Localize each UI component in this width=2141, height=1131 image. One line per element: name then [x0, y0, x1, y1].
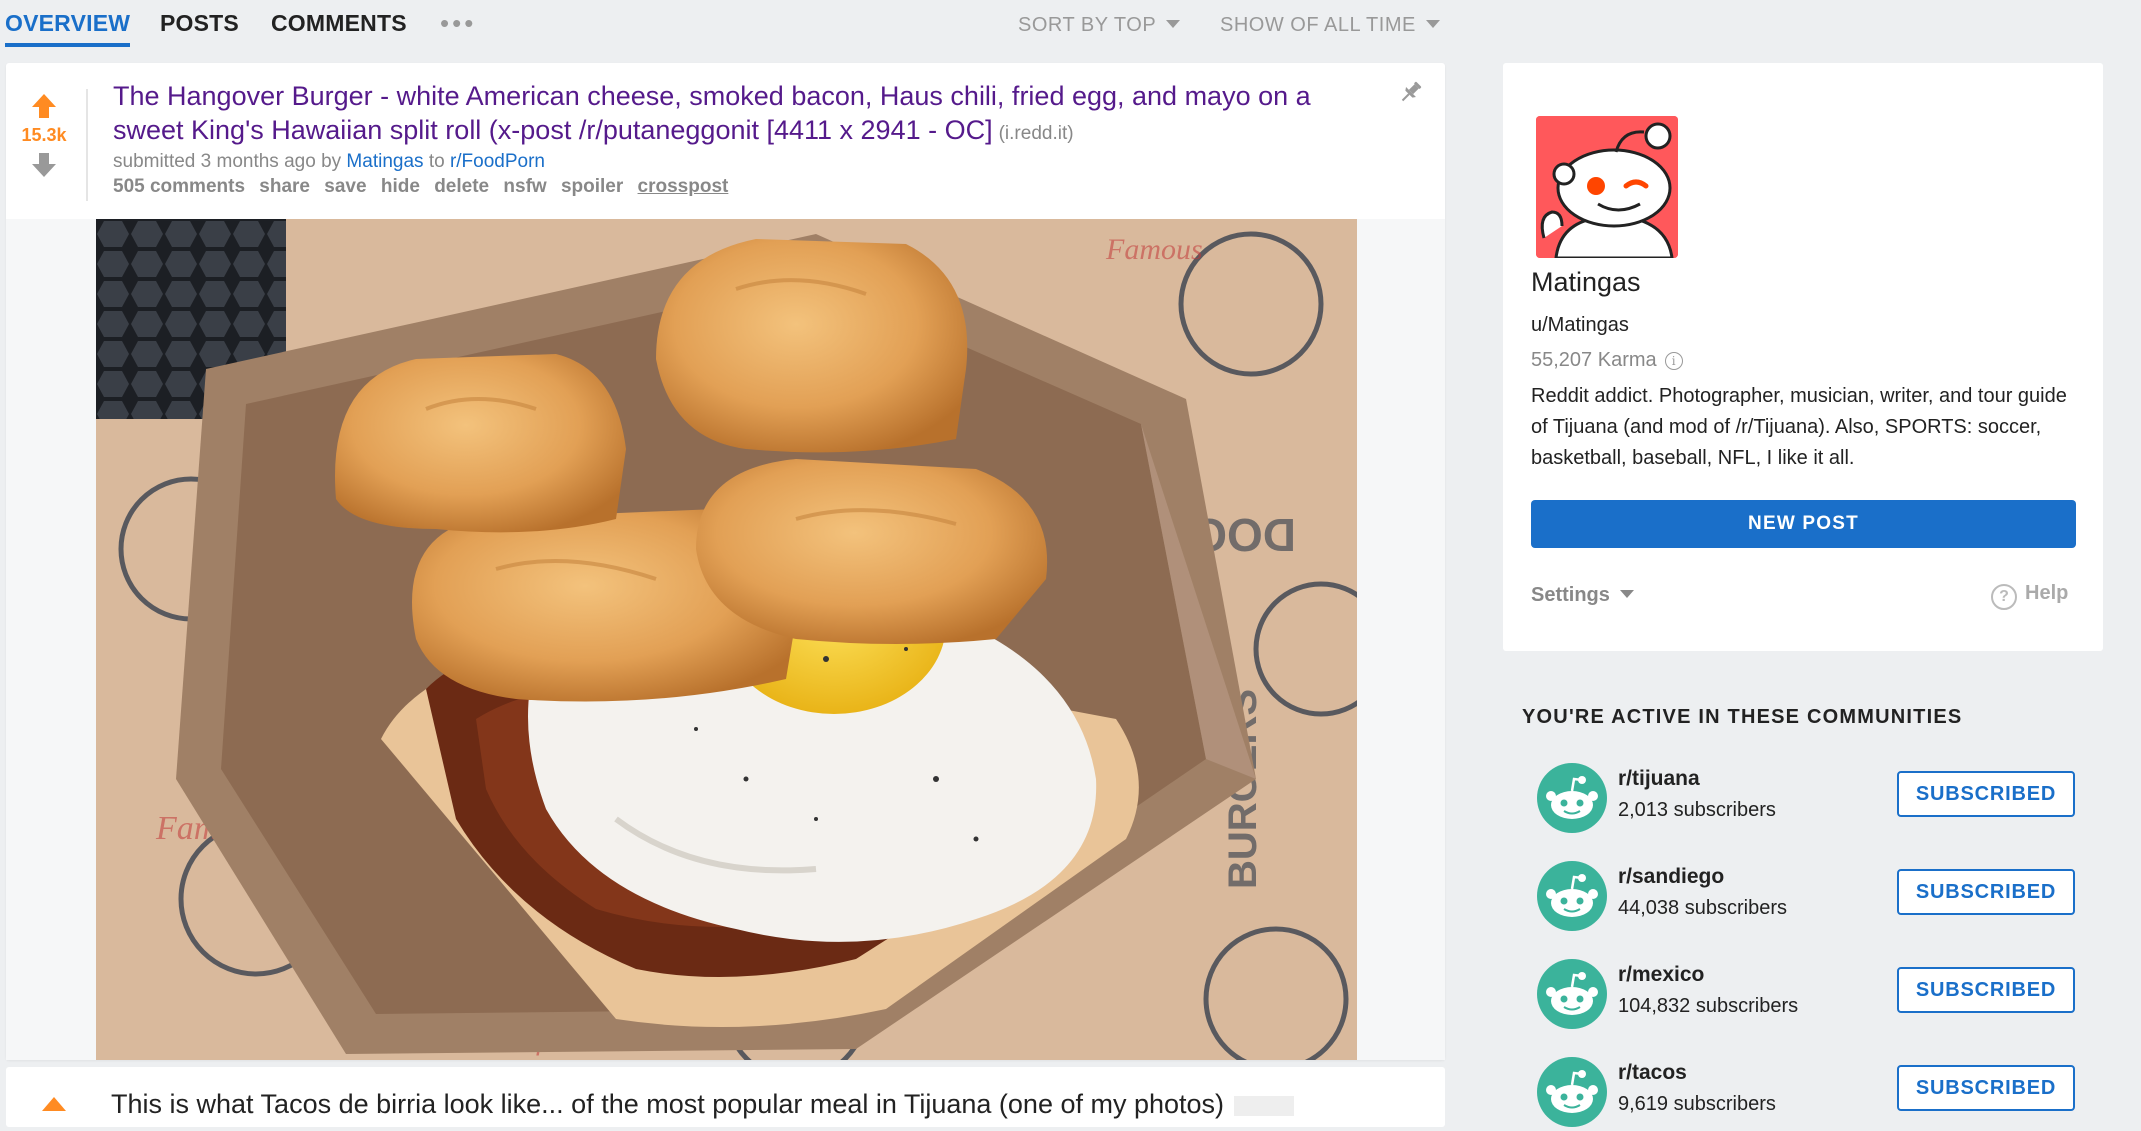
- post-title[interactable]: The Hangover Burger - white American che…: [113, 81, 1311, 145]
- settings-label: Settings: [1531, 584, 1610, 606]
- subscribed-button[interactable]: SUBSCRIBED: [1897, 869, 2075, 915]
- new-post-button[interactable]: NEW POST: [1531, 500, 2076, 548]
- save-link[interactable]: save: [324, 176, 366, 197]
- sort-dropdown[interactable]: SORT BY TOP: [1018, 14, 1181, 37]
- downvote-arrow-icon[interactable]: [31, 152, 57, 178]
- chevron-down-icon: [1619, 590, 1634, 598]
- snoo-community-icon[interactable]: [1537, 1057, 1607, 1127]
- community-row: r/sandiego 44,038 subscribers SUBSCRIBED: [1537, 855, 2077, 935]
- post-domain[interactable]: (i.redd.it): [999, 123, 1074, 144]
- next-post-card: This is what Tacos de birria look like..…: [6, 1067, 1445, 1127]
- spoiler-link[interactable]: spoiler: [561, 176, 623, 197]
- profile-karma: 55,207 Karma i: [1531, 349, 1683, 372]
- vote-divider: [86, 89, 88, 201]
- time-filter-label: SHOW OF ALL TIME: [1220, 14, 1416, 36]
- sort-label: SORT BY TOP: [1018, 14, 1157, 36]
- profile-username: u/Matingas: [1531, 314, 1629, 336]
- chevron-down-icon: [1425, 20, 1440, 28]
- community-name[interactable]: r/tacos: [1618, 1061, 1687, 1085]
- tab-comments[interactable]: COMMENTS: [271, 10, 407, 37]
- tab-posts[interactable]: POSTS: [160, 10, 239, 37]
- post-card: 15.3k The Hangover Burger - white Americ…: [6, 63, 1445, 1060]
- crosspost-link[interactable]: crosspost: [638, 176, 729, 197]
- communities-heading: YOU'RE ACTIVE IN THESE COMMUNITIES: [1522, 706, 1963, 728]
- post-title-link[interactable]: The Hangover Burger - white American che…: [113, 79, 1323, 151]
- community-row: r/mexico 104,832 subscribers SUBSCRIBED: [1537, 953, 2077, 1033]
- snoo-community-icon[interactable]: [1537, 959, 1607, 1029]
- help-icon: ?: [1991, 584, 2017, 610]
- post-image[interactable]: DOGS DOGS BURGERS Famous Famous famous: [96, 219, 1357, 1060]
- next-post-title-text[interactable]: This is what Tacos de birria look like..…: [111, 1089, 1224, 1119]
- community-row: r/tacos 9,619 subscribers SUBSCRIBED: [1537, 1051, 2077, 1131]
- pin-icon[interactable]: [1398, 79, 1424, 105]
- tab-overview[interactable]: OVERVIEW: [5, 10, 131, 47]
- profile-bio: Reddit addict. Photographer, musician, w…: [1531, 385, 2067, 469]
- share-link[interactable]: share: [259, 176, 310, 197]
- post-meta: submitted 3 months ago by Matingas to r/…: [113, 151, 545, 173]
- avatar[interactable]: [1536, 116, 1678, 258]
- author-link[interactable]: Matingas: [346, 151, 423, 172]
- community-subscribers: 2,013 subscribers: [1618, 799, 1776, 821]
- snoo-avatar-icon: [1536, 116, 1678, 258]
- community-name[interactable]: r/sandiego: [1618, 865, 1724, 889]
- time-filter-dropdown[interactable]: SHOW OF ALL TIME: [1220, 14, 1440, 37]
- community-name[interactable]: r/tijuana: [1618, 767, 1700, 791]
- profile-card: Matingas u/Matingas 55,207 Karma i Reddit…: [1503, 63, 2103, 651]
- chevron-down-icon: [1166, 20, 1181, 28]
- nsfw-link[interactable]: nsfw: [503, 176, 546, 197]
- snoo-community-icon[interactable]: [1537, 861, 1607, 931]
- submitted-text: submitted 3 months ago by: [113, 151, 342, 172]
- help-link[interactable]: ? Help: [1991, 582, 2068, 610]
- next-post-domain: [1234, 1095, 1295, 1116]
- karma-value: 55,207 Karma: [1531, 349, 1657, 371]
- community-row: r/tijuana 2,013 subscribers SUBSCRIBED: [1537, 757, 2077, 837]
- to-text: to: [428, 151, 445, 172]
- svg-text:Famous: Famous: [1105, 233, 1203, 266]
- community-subscribers: 104,832 subscribers: [1618, 995, 1799, 1017]
- profile-tabbar: OVERVIEW POSTS COMMENTS ••• SORT BY TOP …: [0, 0, 1445, 50]
- next-post-title[interactable]: This is what Tacos de birria look like..…: [111, 1089, 1295, 1120]
- vote-column: 15.3k: [6, 93, 82, 178]
- community-subscribers: 9,619 subscribers: [1618, 1093, 1776, 1115]
- hide-link[interactable]: hide: [381, 176, 420, 197]
- upvote-arrow-icon[interactable]: [31, 93, 57, 119]
- snoo-community-icon[interactable]: [1537, 763, 1607, 833]
- upvote-arrow-icon[interactable]: [42, 1097, 66, 1111]
- community-name[interactable]: r/mexico: [1618, 963, 1704, 987]
- subscribed-button[interactable]: SUBSCRIBED: [1897, 967, 2075, 1013]
- more-tabs-icon[interactable]: •••: [440, 8, 476, 39]
- delete-link[interactable]: delete: [434, 176, 489, 197]
- comments-link[interactable]: 505 comments: [113, 176, 245, 197]
- subreddit-link[interactable]: r/FoodPorn: [450, 151, 545, 172]
- post-score: 15.3k: [21, 125, 67, 145]
- community-subscribers: 44,038 subscribers: [1618, 897, 1787, 919]
- info-icon[interactable]: i: [1664, 352, 1683, 370]
- settings-dropdown[interactable]: Settings: [1531, 584, 1634, 607]
- subscribed-button[interactable]: SUBSCRIBED: [1897, 771, 2075, 817]
- post-image-area: DOGS DOGS BURGERS Famous Famous famous: [6, 219, 1445, 1060]
- subscribed-button[interactable]: SUBSCRIBED: [1897, 1065, 2075, 1111]
- profile-display-name: Matingas: [1531, 267, 1641, 297]
- help-label: Help: [2025, 582, 2069, 604]
- post-actions: 505 comments share save hide delete nsfw…: [113, 176, 737, 198]
